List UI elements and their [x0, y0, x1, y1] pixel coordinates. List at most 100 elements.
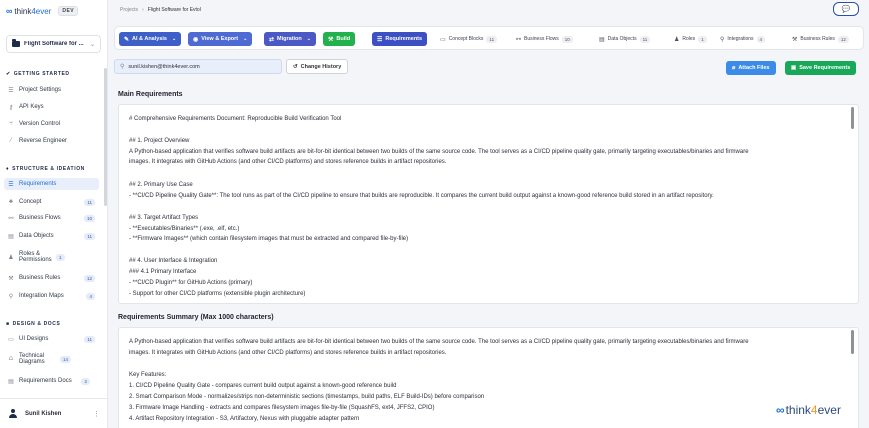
sidebar-item-label: Reverse Engineer [19, 138, 68, 144]
sidebar-item-label: API Keys [19, 104, 44, 110]
editor-line: ## 1. Project Overview [129, 138, 190, 144]
tab-integrations[interactable]: ⚲ Integrations 4 [720, 32, 766, 46]
hammer-icon: ⚒ [328, 36, 334, 43]
sidebar-item-ui-designs[interactable]: ▭ UI Designs 11 [4, 333, 99, 345]
view-export-button[interactable]: ◉ View & Export ⌄ [188, 32, 253, 46]
watermark-part2: 4 [810, 403, 818, 417]
count-badge: 11 [84, 198, 95, 206]
user-profile[interactable]: Sunil Kishen ⋮ [0, 398, 108, 428]
brand-watermark: ∞ think4ever [776, 403, 841, 417]
list-icon: ☰ [377, 36, 383, 43]
sidebar-item-api-keys[interactable]: ⚷ API Keys [4, 101, 99, 113]
button-label: AI & Analysis [132, 36, 167, 42]
build-button[interactable]: ⚒ Build [323, 32, 356, 46]
tab-business-rules[interactable]: ⚒ Business Rules 12 [792, 32, 849, 46]
editor-line: ## 2. Primary Use Case [129, 182, 193, 188]
sidebar-item-business-flows[interactable]: ⚯ Business Flows 10 [4, 212, 99, 224]
watermark-part3: ever [817, 403, 841, 417]
count-badge: 12 [83, 274, 95, 282]
summary-editor[interactable]: A Python-based application that verifies… [118, 327, 859, 428]
plug-icon: ⚲ [8, 293, 14, 300]
sidebar: ∞ think4ever DEV Flight Software for ...… [0, 0, 108, 428]
database-icon: ▤ [8, 233, 14, 240]
sidebar-item-version-control[interactable]: ⑂ Version Control [4, 118, 99, 130]
editor-line: images. It integrates with GitHub Action… [129, 159, 447, 165]
search-input[interactable]: ⚲ sunil.kishen@think4ever.com [114, 59, 282, 74]
sidebar-item-concept[interactable]: ♣ Concept 11 [4, 196, 99, 208]
editor-line: - **Executables/Binaries** (.exe, .elf, … [129, 226, 240, 232]
editor-line: images. It integrates with GitHub Action… [129, 350, 447, 356]
diagram-icon: ⩍ [9, 355, 13, 362]
env-badge: DEV [58, 6, 79, 16]
migration-button[interactable]: ⇄ Migration ⌄ [264, 32, 316, 46]
sidebar-item-business-rules[interactable]: ⚒ Business Rules 12 [4, 272, 99, 284]
count-badge: 11 [84, 335, 95, 343]
tab-label: Requirements [385, 36, 423, 42]
sidebar-scrollbar[interactable] [104, 68, 107, 206]
wand-icon: ⁄ [10, 138, 12, 144]
tab-label: Concept Blocks [448, 36, 484, 42]
main-requirements-editor[interactable]: # Comprehensive Requirements Document: R… [118, 104, 859, 304]
sidebar-item-label: Technical Diagrams [19, 353, 45, 365]
sidebar-item-requirements[interactable]: ☰ Requirements [4, 178, 99, 190]
count-badge: 1 [56, 253, 65, 261]
sidebar-item-label: Concept [19, 199, 42, 205]
editor-line: 1. CI/CD Pipeline Quality Gate - compare… [129, 383, 397, 389]
users-icon: ♟ [674, 36, 680, 43]
editor-line: ## 4. User Interface & Integration [129, 258, 218, 264]
editor-line: - **Firmware Images** (which contain fil… [129, 236, 409, 242]
summary-title: Requirements Summary (Max 1000 character… [118, 314, 274, 321]
editor-line: - **CI/CD Plugin** for GitHub Actions (p… [129, 280, 253, 286]
infinity-logo-icon: ∞ [776, 403, 785, 417]
sidebar-item-requirements-docs[interactable]: ▤ Requirements Docs 2 [4, 375, 94, 387]
brand-logo[interactable]: ∞ think4ever DEV [6, 6, 79, 16]
sidebar-item-roles-permissions[interactable]: ♟ Roles & Permissions 1 [4, 249, 99, 265]
tab-concept-blocks[interactable]: ▭ Concept Blocks 11 [440, 32, 498, 46]
count-badge: 2 [81, 377, 90, 385]
ai-analysis-button[interactable]: ✎ AI & Analysis ⌄ [119, 32, 182, 46]
sidebar-item-technical-diagrams[interactable]: ⩍ Technical Diagrams 14 [4, 351, 99, 367]
monitor-icon: ▭ [440, 36, 446, 43]
sidebar-item-integration-maps[interactable]: ⚲ Integration Maps 4 [4, 290, 99, 302]
count-badge: 11 [639, 35, 651, 43]
sidebar-item-label: Business Rules [19, 275, 61, 281]
key-icon: ⚷ [8, 104, 14, 111]
main-toolbar: ✎ AI & Analysis ⌄ ◉ View & Export ⌄ ⇄ Mi… [114, 26, 864, 50]
monitor-icon: ▭ [8, 336, 14, 343]
sidebar-item-project-settings[interactable]: ☰ Project Settings [4, 84, 99, 96]
more-vertical-icon[interactable]: ⋮ [93, 410, 100, 418]
flow-icon: ⚯ [516, 36, 522, 43]
count-badge: 10 [83, 214, 95, 222]
count-badge: 14 [60, 355, 72, 363]
tab-roles[interactable]: ♟ Roles 1 [674, 32, 707, 46]
brand-name-part2: 4ever [31, 6, 52, 16]
button-label: View & Export [201, 36, 239, 42]
attach-files-button[interactable]: ⌀ Attach Files [726, 61, 776, 75]
change-history-button[interactable]: ↺ Change History [286, 59, 349, 74]
tab-label: Roles [682, 36, 696, 42]
save-requirements-button[interactable]: ▣ Save Requirements [785, 61, 857, 75]
tab-requirements[interactable]: ☰ Requirements [372, 32, 428, 46]
chevron-down-icon: ⌄ [171, 36, 177, 42]
project-selector[interactable]: Flight Software for ... ⌄ [6, 35, 101, 53]
breadcrumb-projects-link[interactable]: Projects [120, 7, 138, 13]
sidebar-item-data-objects[interactable]: ▤ Data Objects 11 [4, 230, 99, 242]
tab-label: Business Rules [800, 36, 835, 42]
sidebar-item-reverse-engineer[interactable]: ⁄ Reverse Engineer [4, 135, 99, 147]
chevron-down-icon: ⌄ [89, 41, 95, 48]
save-icon: ▣ [791, 65, 797, 71]
tab-business-flows[interactable]: ⚯ Business Flows 10 [516, 32, 573, 46]
swap-icon: ⇄ [269, 36, 275, 43]
gavel-icon: ⚒ [792, 36, 798, 43]
editor-scrollbar[interactable] [851, 107, 854, 129]
tab-data-objects[interactable]: ▤ Data Objects 11 [599, 32, 651, 46]
section-heading: GETTING STARTED [13, 71, 70, 77]
sidebar-item-label: Requirements Docs [19, 378, 72, 384]
editor-scrollbar[interactable] [851, 330, 854, 354]
sidebar-item-label: Data Objects [19, 233, 54, 239]
chat-button[interactable]: 💬 [833, 2, 859, 16]
search-value: sunil.kishen@think4ever.com [128, 63, 200, 70]
bulb-icon: ♦ [6, 166, 10, 172]
button-label: Build [336, 36, 351, 42]
sidebar-item-label: Business Flows [19, 215, 61, 221]
